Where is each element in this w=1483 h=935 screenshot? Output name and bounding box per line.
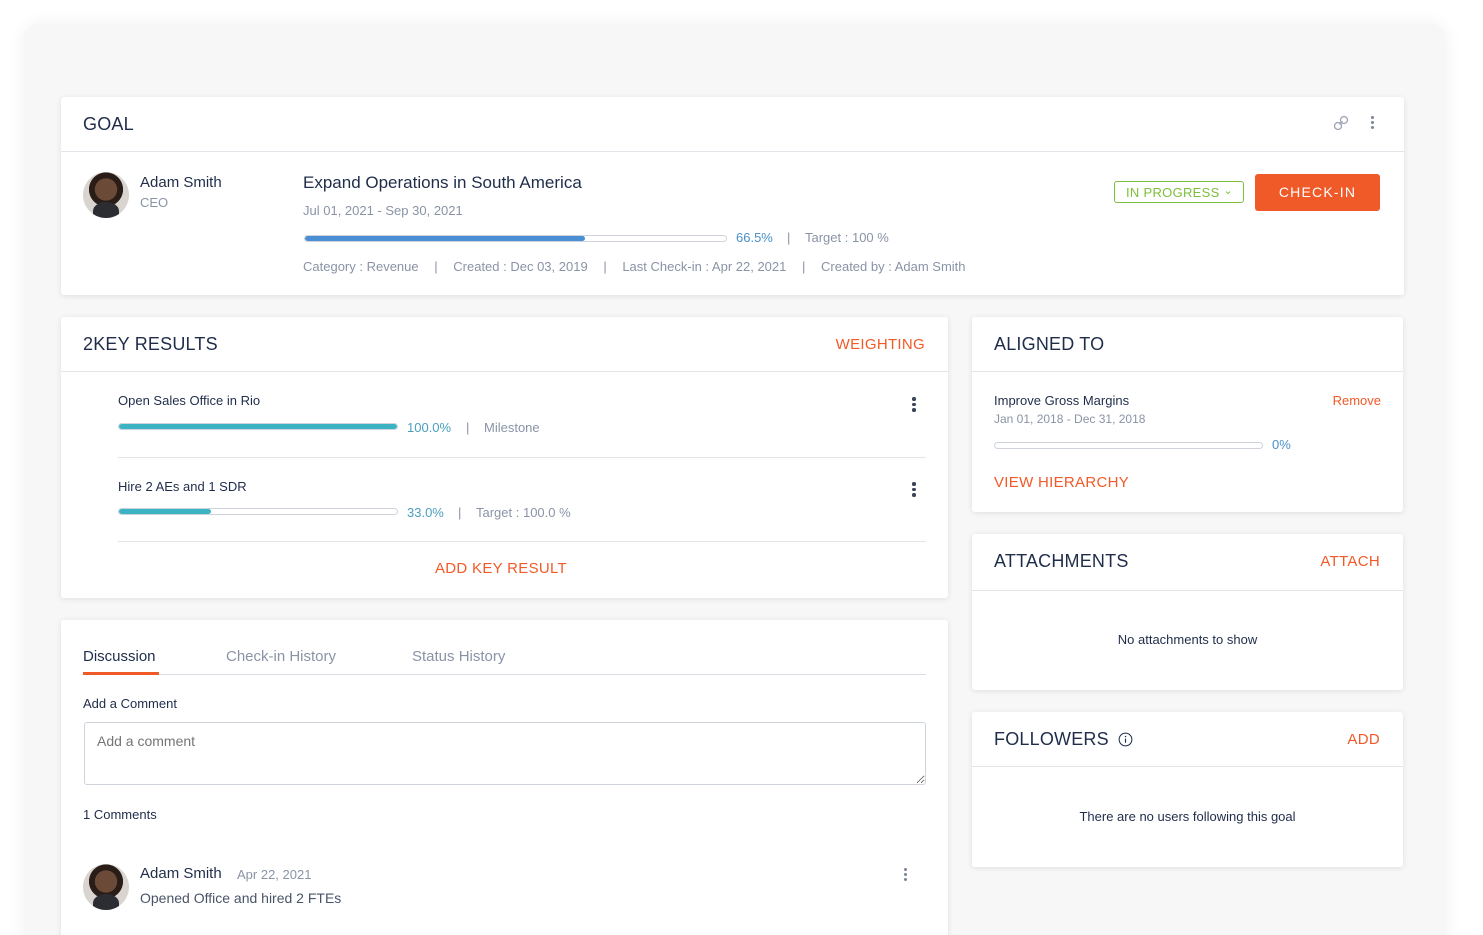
aligned-progress-bar (994, 442, 1263, 449)
goal-created-by: Created by : Adam Smith (821, 259, 966, 274)
followers-empty-text: There are no users following this goal (1079, 809, 1296, 824)
key-result-target: Target : 100.0 % (476, 505, 571, 520)
aligned-progress-percent: 0% (1272, 437, 1291, 452)
separator: | (458, 505, 462, 520)
key-result-progress-fill (119, 424, 397, 429)
check-in-button[interactable]: CHECK-IN (1255, 174, 1380, 211)
tab-status-history[interactable]: Status History (412, 648, 505, 665)
attach-button[interactable]: ATTACH (1320, 553, 1380, 570)
status-dropdown[interactable]: IN PROGRESS ⌄ (1114, 181, 1244, 203)
divider (118, 457, 926, 458)
key-result-percent: 100.0% (407, 420, 452, 435)
comment-input[interactable] (84, 722, 926, 785)
attachments-header: ATTACHMENTS ATTACH (972, 534, 1403, 591)
key-result-type: Milestone (484, 420, 540, 435)
link-icon[interactable] (1333, 115, 1349, 131)
comment-date: Apr 22, 2021 (237, 867, 312, 882)
tab-divider (83, 674, 926, 675)
goal-header-title: GOAL (83, 114, 134, 134)
goal-dates: Jul 01, 2021 - Sep 30, 2021 (303, 203, 463, 218)
comments-count: 1 Comments (83, 807, 157, 822)
attachments-card: ATTACHMENTS ATTACH No attachments to sho… (972, 534, 1403, 690)
followers-title-text: FOLLOWERS (994, 729, 1109, 749)
owner-name: Adam Smith (140, 174, 222, 191)
chevron-down-icon: ⌄ (1223, 185, 1233, 197)
info-icon[interactable] (1118, 732, 1133, 747)
goal-card-header: GOAL (61, 97, 1404, 152)
goal-progress-bar (304, 235, 727, 242)
tab-check-in-history[interactable]: Check-in History (226, 648, 336, 665)
tab-discussion[interactable]: Discussion (83, 648, 156, 665)
remove-link[interactable]: Remove (1333, 393, 1381, 408)
status-label: IN PROGRESS (1126, 185, 1220, 200)
followers-header: FOLLOWERS ADD (972, 712, 1403, 767)
add-follower-button[interactable]: ADD (1347, 731, 1380, 748)
goal-title[interactable]: Expand Operations in South America (303, 173, 582, 193)
key-result-percent: 33.0% (407, 505, 444, 520)
goal-category: Category : Revenue (303, 259, 419, 274)
separator: | (466, 420, 470, 435)
separator: | (603, 259, 607, 274)
active-tab-indicator (83, 672, 159, 675)
goal-meta: Category : Revenue | Created : Dec 03, 2… (303, 259, 966, 274)
aligned-to-title: ALIGNED TO (994, 334, 1105, 354)
add-comment-label: Add a Comment (83, 696, 177, 711)
separator: | (787, 230, 791, 245)
weighting-button[interactable]: WEIGHTING (836, 336, 925, 353)
key-result-progress-bar (118, 423, 398, 430)
comment-text: Opened Office and hired 2 FTEs (140, 890, 342, 906)
comment-author: Adam Smith (140, 865, 222, 882)
key-result-title[interactable]: Hire 2 AEs and 1 SDR (118, 479, 247, 494)
key-result-progress-bar (118, 508, 398, 515)
followers-title: FOLLOWERS (994, 729, 1133, 750)
followers-card: FOLLOWERS ADD There are no users followi… (972, 712, 1403, 867)
attachments-empty-text: No attachments to show (1117, 632, 1258, 647)
add-key-result-button[interactable]: ADD KEY RESULT (435, 560, 567, 577)
owner-avatar (83, 172, 129, 218)
comment-author-avatar (83, 864, 129, 910)
key-results-title: 2KEY RESULTS (83, 334, 218, 354)
aligned-goal-dates: Jan 01, 2018 - Dec 31, 2018 (994, 412, 1146, 426)
separator: | (802, 259, 806, 274)
divider (118, 541, 926, 542)
goal-target: Target : 100 % (805, 230, 889, 245)
goal-card: GOAL Adam Smith CEO Expand Operations in… (61, 97, 1404, 295)
aligned-goal-title[interactable]: Improve Gross Margins (994, 393, 1129, 408)
key-results-card: 2KEY RESULTS WEIGHTING Open Sales Office… (61, 317, 948, 598)
goal-more-icon[interactable] (1370, 116, 1374, 130)
owner-role: CEO (140, 195, 169, 210)
key-result-progress-fill (119, 509, 211, 514)
view-hierarchy-button[interactable]: VIEW HIERARCHY (994, 474, 1129, 491)
key-result-title[interactable]: Open Sales Office in Rio (118, 393, 260, 408)
comment-more-icon[interactable] (903, 868, 907, 882)
aligned-to-card: ALIGNED TO Improve Gross Margins Remove … (972, 317, 1403, 512)
key-result-more-icon[interactable] (912, 482, 916, 499)
attachments-title: ATTACHMENTS (994, 551, 1129, 571)
goal-progress-percent: 66.5% (736, 230, 773, 245)
goal-last-checkin: Last Check-in : Apr 22, 2021 (622, 259, 787, 274)
goal-progress-fill (305, 236, 585, 241)
key-results-header: 2KEY RESULTS WEIGHTING (61, 317, 948, 372)
aligned-to-header: ALIGNED TO (972, 317, 1403, 372)
discussion-card: Discussion Check-in History Status Histo… (61, 620, 948, 935)
key-result-more-icon[interactable] (912, 397, 916, 414)
goal-created: Created : Dec 03, 2019 (453, 259, 588, 274)
separator: | (434, 259, 438, 274)
